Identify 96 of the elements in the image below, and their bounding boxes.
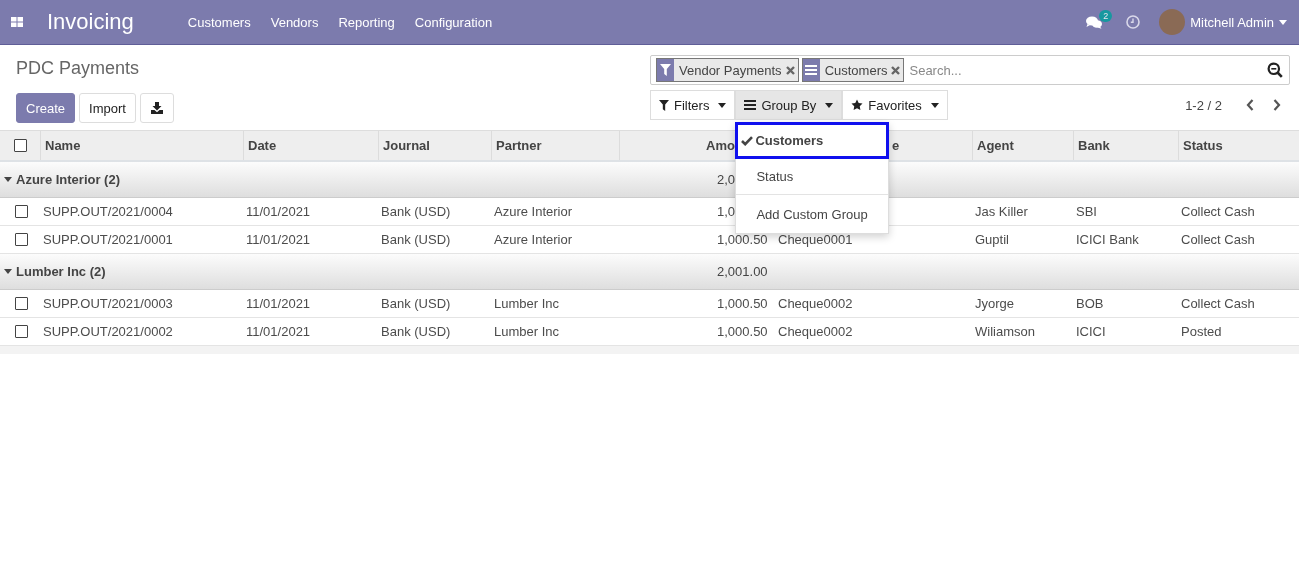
table-cell-text: Cheque0002 xyxy=(777,296,854,311)
group-by-option[interactable]: Customers xyxy=(735,122,890,159)
table-cell-text: Azure Interior xyxy=(493,232,574,247)
search-facet: Customers xyxy=(801,58,905,82)
checkbox[interactable] xyxy=(15,297,28,310)
column-header[interactable]: Name xyxy=(45,138,81,153)
table-cell-text: ICICI Bank xyxy=(1075,232,1140,247)
caret-icon xyxy=(1279,19,1287,25)
group-row[interactable]: Lumber Inc (2) 2,001.00 xyxy=(0,254,1299,290)
table-cell-text: Cheque0002 xyxy=(777,324,854,339)
checkbox[interactable] xyxy=(15,325,28,338)
import-button[interactable]: Import xyxy=(79,93,136,123)
table-cell-text: 11/01/2021 xyxy=(245,296,312,311)
avatar xyxy=(1159,9,1186,35)
table-cell-text: SBI xyxy=(1075,204,1098,219)
expanded-caret-icon xyxy=(4,269,12,274)
group-total: 2,001.00 xyxy=(717,264,768,279)
column-header[interactable]: Date xyxy=(248,138,277,153)
table-cell-text: 11/01/2021 xyxy=(245,232,312,247)
add-custom-group-item[interactable]: Add Custom Group xyxy=(736,194,889,233)
expanded-caret-icon xyxy=(4,177,12,182)
table-cell-text: Bank (USD) xyxy=(380,324,452,339)
table-cell-text: Collect Cash xyxy=(1180,232,1256,247)
table-cell-text: Cheque0001 xyxy=(777,232,854,247)
table-cell-text: SUPP.OUT/2021/0001 xyxy=(42,232,174,247)
table-cell-text: Lumber Inc xyxy=(493,324,561,339)
table-cell: 1,0 xyxy=(717,204,736,219)
search-field[interactable]: Vendor Payments Customers Search... xyxy=(650,55,1290,85)
group-by-button[interactable]: Group By xyxy=(735,90,843,120)
checkbox[interactable] xyxy=(15,205,28,218)
column-header[interactable]: Agent xyxy=(977,138,1014,153)
table-cell-text: SUPP.OUT/2021/0003 xyxy=(42,296,174,311)
caret-icon xyxy=(930,102,939,108)
column-header[interactable]: Journal xyxy=(383,138,430,153)
table-cell-text: Azure Interior xyxy=(493,204,574,219)
table-cell-text: Posted xyxy=(1180,324,1223,339)
column-header[interactable]: Partner xyxy=(496,138,542,153)
app-title: Invoicing xyxy=(46,9,135,35)
user-menu[interactable]: Mitchell Admin xyxy=(1159,9,1287,35)
list-icon xyxy=(805,65,818,75)
chat-bubbles-icon[interactable] xyxy=(1086,15,1103,29)
table-cell-text: Wiliamson xyxy=(974,324,1036,339)
table-cell-text: Jas Killer xyxy=(974,204,1029,219)
table-cell: 1,000.50 xyxy=(717,296,768,311)
pager-value[interactable]: 1-2 / 2 xyxy=(1185,97,1222,113)
table-cell-text: Guptil xyxy=(974,232,1010,247)
filters-button[interactable]: Filters xyxy=(650,90,736,120)
table-cell: 1,000.50 xyxy=(717,232,768,247)
remove-facet-icon[interactable] xyxy=(785,65,795,75)
list-icon xyxy=(744,100,757,110)
favorites-button[interactable]: Favorites xyxy=(842,90,948,120)
page-title: PDC Payments xyxy=(16,57,141,80)
table-cell-text: Collect Cash xyxy=(1180,296,1256,311)
table-cell-text: Bank (USD) xyxy=(380,296,452,311)
remove-facet-icon[interactable] xyxy=(891,65,901,75)
column-header[interactable]: e xyxy=(892,138,900,153)
checkmark-icon xyxy=(741,135,754,146)
checkbox[interactable] xyxy=(13,139,27,152)
apps-grid-icon[interactable] xyxy=(10,17,23,27)
table-cell: 1,000.50 xyxy=(717,324,768,339)
table-cell-text: Bank (USD) xyxy=(380,232,452,247)
next-page-icon[interactable] xyxy=(1272,99,1281,111)
table-cell-text: Lumber Inc xyxy=(493,296,561,311)
table-cell-text: ICICI xyxy=(1075,324,1107,339)
table-cell-text: SUPP.OUT/2021/0002 xyxy=(42,324,174,339)
download-icon xyxy=(150,102,163,114)
search-icon[interactable] xyxy=(1267,62,1283,78)
group-title: Lumber Inc (2) xyxy=(16,264,106,279)
group-total: 2,0 xyxy=(717,172,736,187)
download-button[interactable] xyxy=(139,93,174,123)
star-icon xyxy=(851,99,864,111)
caret-icon xyxy=(718,102,727,108)
group-title: Azure Interior (2) xyxy=(16,172,120,187)
table-cell-text: Bank (USD) xyxy=(380,204,452,219)
previous-page-icon[interactable] xyxy=(1245,99,1254,111)
table-cell-text: 11/01/2021 xyxy=(245,324,312,339)
checkbox[interactable] xyxy=(15,233,28,246)
menu-item[interactable]: Customers xyxy=(177,14,261,30)
table-cell-text: SUPP.OUT/2021/0004 xyxy=(42,204,174,219)
caret-icon xyxy=(825,102,834,108)
menu-item[interactable]: Configuration xyxy=(404,14,503,30)
create-button[interactable]: Create xyxy=(16,93,76,123)
column-header[interactable]: Bank xyxy=(1078,138,1110,153)
table-cell-text: BOB xyxy=(1075,296,1105,311)
table-cell-text: Jyorge xyxy=(974,296,1016,311)
column-header[interactable]: Status xyxy=(1183,138,1223,153)
message-count-badge: 2 xyxy=(1099,9,1113,22)
menu-item[interactable]: Vendors xyxy=(260,14,329,30)
menu-item[interactable]: Reporting xyxy=(328,14,405,30)
filter-icon xyxy=(659,99,669,111)
filter-icon xyxy=(660,64,671,76)
search-facet: Vendor Payments xyxy=(656,58,799,82)
table-cell-text: Collect Cash xyxy=(1180,204,1256,219)
clock-icon[interactable] xyxy=(1126,15,1141,29)
table-cell-text: 11/01/2021 xyxy=(245,204,312,219)
column-header[interactable]: Amo xyxy=(706,138,735,153)
